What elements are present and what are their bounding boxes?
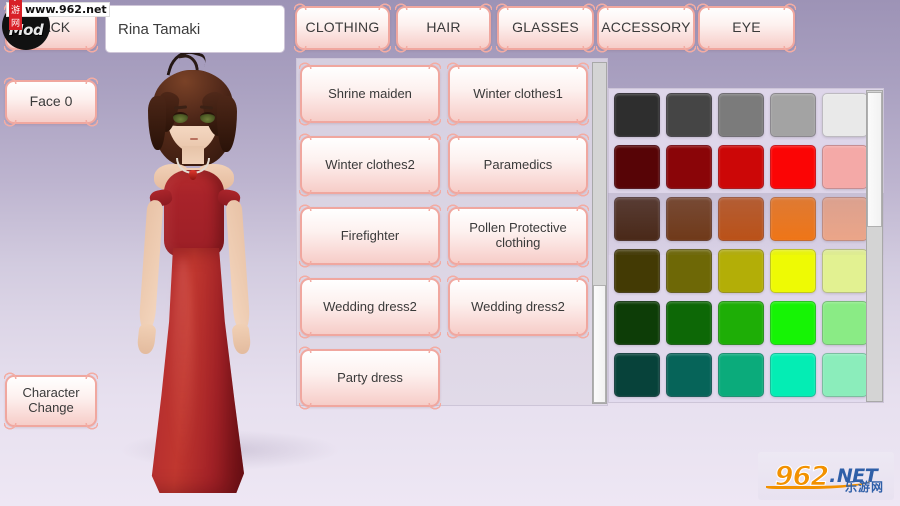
color-palette-scrollbar-thumb[interactable]	[867, 92, 882, 227]
clothing-item-label: Pollen Protective clothing	[469, 220, 567, 250]
mouth	[190, 138, 198, 140]
color-swatch[interactable]	[718, 353, 764, 397]
clothing-item[interactable]: Party dress	[299, 346, 441, 410]
hand-right	[231, 323, 252, 355]
color-swatch[interactable]	[822, 249, 868, 293]
color-palette-panel	[608, 88, 884, 403]
color-swatch[interactable]	[614, 249, 660, 293]
character-name-input[interactable]	[105, 5, 285, 53]
tab-eye-label: EYE	[732, 19, 761, 36]
color-swatch[interactable]	[614, 93, 660, 137]
dress-skirt	[151, 248, 244, 493]
color-swatch[interactable]	[666, 353, 712, 397]
color-swatch[interactable]	[770, 197, 816, 241]
clothing-item[interactable]: Pollen Protective clothing	[447, 204, 589, 268]
clothing-item[interactable]: Paramedics	[447, 133, 589, 197]
tab-clothing[interactable]: CLOTHING	[294, 3, 391, 53]
color-swatch[interactable]	[822, 197, 868, 241]
color-palette-grid	[614, 93, 868, 401]
character-avatar[interactable]	[112, 45, 302, 493]
hand-left	[136, 323, 157, 355]
hair-side-right	[217, 96, 237, 152]
color-swatch[interactable]	[770, 353, 816, 397]
color-swatch[interactable]	[614, 301, 660, 345]
color-swatch[interactable]	[822, 93, 868, 137]
color-swatch[interactable]	[822, 353, 868, 397]
color-swatch[interactable]	[718, 249, 764, 293]
dress-skirt-highlight	[172, 258, 194, 468]
face-button[interactable]: Face 0	[4, 77, 98, 127]
color-swatch[interactable]	[770, 145, 816, 189]
clothing-item-label: Shrine maiden	[328, 85, 412, 101]
color-swatch[interactable]	[666, 197, 712, 241]
character-change-label: Character Change	[22, 385, 80, 415]
clothing-item-label: Wedding dress2	[323, 298, 417, 314]
character-change-button[interactable]: Character Change	[4, 372, 98, 430]
tab-glasses[interactable]: GLASSES	[496, 3, 595, 53]
color-swatch[interactable]	[666, 301, 712, 345]
color-swatch[interactable]	[666, 93, 712, 137]
watermark-cn-label: 乐游网	[9, 0, 23, 30]
clothing-item-label: Party dress	[337, 369, 403, 385]
game-screen: BACK Face 0 Character Change CLOTHING HA…	[0, 0, 900, 506]
logo-cn-text: 乐游网	[844, 480, 884, 494]
arm-left	[138, 199, 164, 331]
clothing-item-label: Paramedics	[483, 156, 553, 172]
color-swatch[interactable]	[718, 145, 764, 189]
tab-accessory-label: ACCESSORY	[601, 19, 691, 36]
color-swatch[interactable]	[718, 93, 764, 137]
color-swatch[interactable]	[614, 197, 660, 241]
color-swatch[interactable]	[770, 93, 816, 137]
watermark-url-bar: 乐游网 www.962.net	[6, 0, 110, 30]
hair-side-left	[148, 96, 166, 150]
clothing-item-label: Winter clothes2	[325, 156, 415, 172]
clothing-item[interactable]: Wedding dress2	[447, 275, 589, 339]
clothing-item-label: Winter clothes1	[473, 85, 563, 101]
tab-hair-label: HAIR	[426, 19, 461, 36]
color-palette-scrollbar[interactable]	[866, 90, 883, 402]
clothing-list-scrollbar[interactable]	[592, 62, 607, 404]
tab-glasses-label: GLASSES	[512, 19, 579, 36]
color-swatch[interactable]	[666, 249, 712, 293]
clothing-item[interactable]: Firefighter	[299, 204, 441, 268]
color-swatch[interactable]	[666, 145, 712, 189]
clothing-list-grid: Shrine maiden Winter clothes1 Winter cloth…	[299, 62, 589, 410]
clothing-item[interactable]: Shrine maiden	[299, 62, 441, 126]
arm-right	[225, 199, 251, 331]
color-swatch[interactable]	[614, 353, 660, 397]
tab-hair[interactable]: HAIR	[395, 3, 492, 53]
watermark-962net-logo: 962 . NET 乐游网	[758, 452, 894, 500]
eye-right	[200, 112, 215, 123]
color-swatch[interactable]	[770, 249, 816, 293]
watermark-top-left: Mod 乐游网 www.962.net	[0, 0, 110, 50]
color-swatch[interactable]	[718, 301, 764, 345]
dress-bodice	[164, 170, 224, 256]
color-swatch[interactable]	[718, 197, 764, 241]
face-button-label: Face 0	[29, 93, 73, 110]
color-swatch[interactable]	[770, 301, 816, 345]
clothing-item-label: Wedding dress2	[471, 298, 565, 314]
clothing-list-panel: Shrine maiden Winter clothes1 Winter cloth…	[296, 58, 608, 410]
color-swatch[interactable]	[822, 301, 868, 345]
tab-accessory[interactable]: ACCESSORY	[596, 3, 696, 53]
tab-eye[interactable]: EYE	[697, 3, 796, 53]
clothing-list-scrollbar-thumb[interactable]	[593, 285, 606, 403]
color-swatch[interactable]	[822, 145, 868, 189]
clothing-item[interactable]: Wedding dress2	[299, 275, 441, 339]
clothing-item[interactable]: Winter clothes2	[299, 133, 441, 197]
clothing-item[interactable]: Winter clothes1	[447, 62, 589, 126]
tab-clothing-label: CLOTHING	[305, 19, 380, 36]
watermark-url: www.962.net	[25, 3, 107, 16]
color-swatch[interactable]	[614, 145, 660, 189]
clothing-item-label: Firefighter	[340, 227, 400, 243]
